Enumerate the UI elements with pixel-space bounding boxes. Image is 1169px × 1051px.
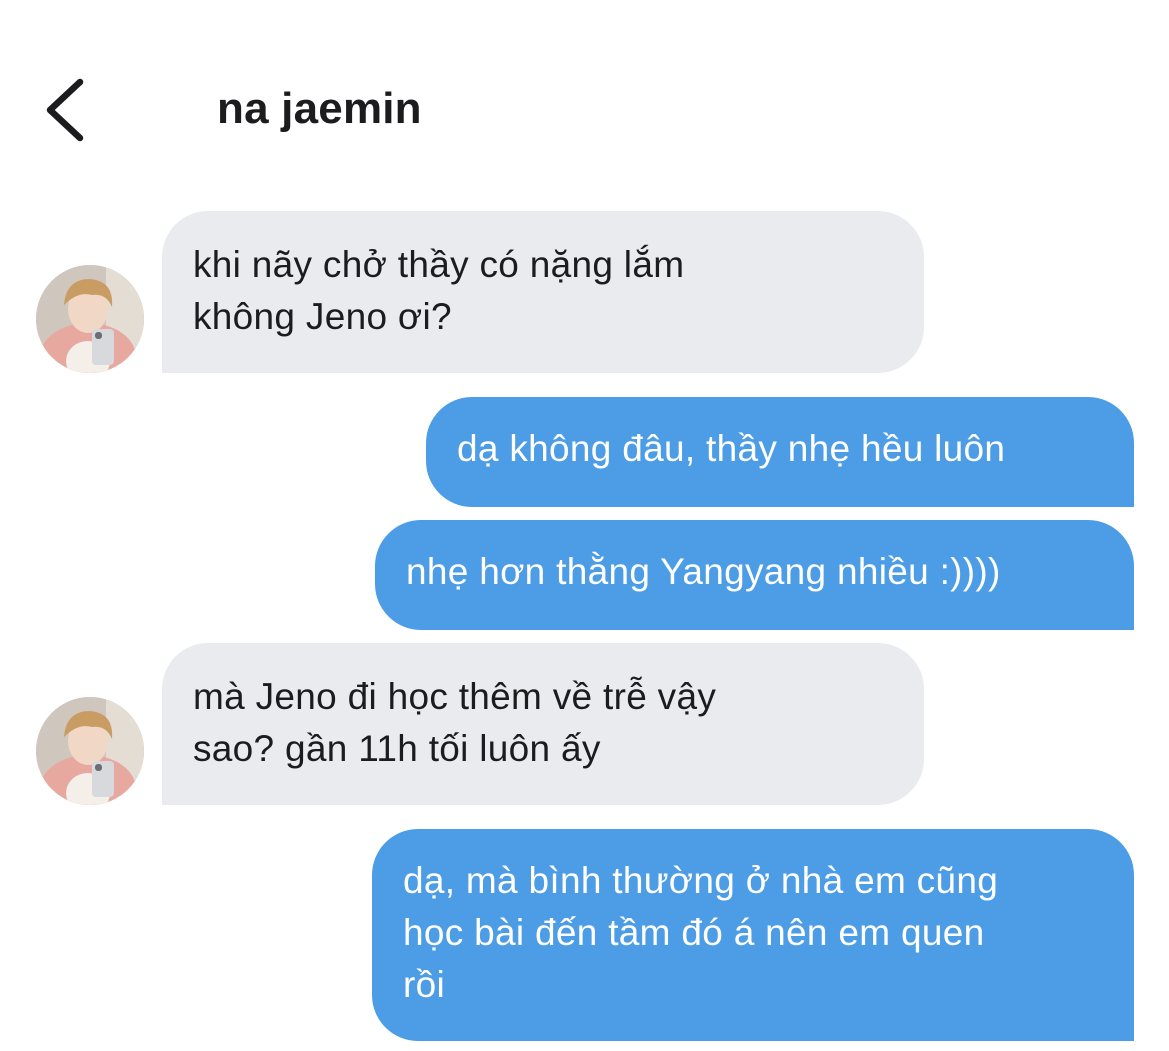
message-thread: khi nãy chở thầy có nặng lắm không Jeno … <box>0 0 1169 1051</box>
contact-avatar[interactable] <box>36 697 144 805</box>
contact-avatar[interactable] <box>36 265 144 373</box>
message-bubble-outgoing[interactable]: nhẹ hơn thằng Yangyang nhiều :)))) <box>375 520 1134 630</box>
message-bubble-incoming[interactable]: mà Jeno đi học thêm về trễ vậy sao? gần … <box>162 643 924 805</box>
message-bubble-outgoing[interactable]: dạ, mà bình thường ở nhà em cũng học bài… <box>372 829 1134 1041</box>
message-bubble-incoming[interactable]: khi nãy chở thầy có nặng lắm không Jeno … <box>162 211 924 373</box>
message-bubble-outgoing[interactable]: dạ không đâu, thầy nhẹ hều luôn <box>426 397 1134 507</box>
